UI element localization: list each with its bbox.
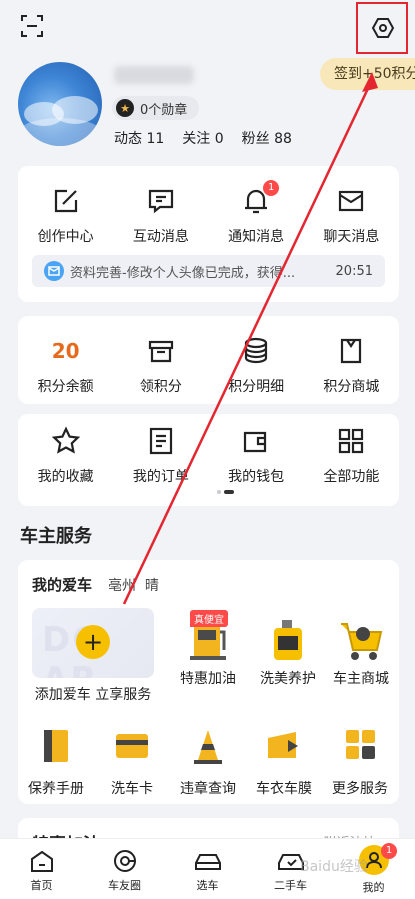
messages-card: 创作中心 互动消息 1 通知消息 聊天消息 资料完善-修改个人头像已完成，获得.… xyxy=(18,166,399,302)
stat-posts[interactable]: 动态 11 xyxy=(114,128,164,148)
me-badge: 1 xyxy=(381,843,397,859)
envelope-icon xyxy=(44,261,64,281)
add-car-label: 添加爱车 立享服务 xyxy=(34,687,152,703)
circle-icon xyxy=(113,850,136,872)
signin-button[interactable]: 签到+50积分 xyxy=(320,58,415,90)
section-title: 车主服务 xyxy=(20,526,92,547)
settings-button[interactable] xyxy=(356,2,408,54)
points-balance[interactable]: 20 积分余额 xyxy=(18,336,113,396)
notification-messages[interactable]: 1 通知消息 xyxy=(209,180,304,246)
creation-center[interactable]: 创作中心 xyxy=(18,186,113,246)
medal-badge[interactable]: ★ 0个勋章 xyxy=(112,96,200,120)
traffic-cone-icon xyxy=(184,726,232,772)
medal-icon: ★ xyxy=(116,99,134,117)
my-wallet[interactable]: 我的钱包 xyxy=(209,426,304,486)
add-car-button[interactable]: DC AR + xyxy=(32,608,154,678)
manual-icon xyxy=(32,726,80,772)
stat-following[interactable]: 关注 0 xyxy=(182,128,223,148)
more-grid-icon xyxy=(336,726,384,772)
car-icon xyxy=(194,854,221,870)
weather-label: 晴 xyxy=(144,578,159,594)
mail-icon xyxy=(336,186,366,216)
claim-points[interactable]: 领积分 xyxy=(113,336,208,396)
shopping-bag-icon xyxy=(336,336,366,366)
grid-icon xyxy=(336,426,366,456)
avatar[interactable] xyxy=(18,62,102,146)
my-orders[interactable]: 我的订单 xyxy=(113,426,208,486)
my-favorites[interactable]: 我的收藏 xyxy=(18,426,113,486)
points-balance-value: 20 xyxy=(51,339,80,363)
service-mall[interactable]: 车主商城 xyxy=(313,616,409,688)
page-indicator xyxy=(217,490,234,494)
star-icon xyxy=(51,426,81,456)
oil-can-icon xyxy=(264,616,312,662)
my-car-card: 我的爱车 亳州 晴 DC AR + 添加爱车 立享服务 真便宜 特惠加油 洗美养… xyxy=(18,560,399,804)
all-functions[interactable]: 全部功能 xyxy=(304,426,399,486)
scan-icon[interactable] xyxy=(20,14,44,38)
shopping-cart-icon xyxy=(337,616,385,662)
points-mall[interactable]: 积分商城 xyxy=(304,336,399,396)
profile-stats: 动态 11 关注 0 粉丝 88 xyxy=(114,128,292,148)
chat-messages[interactable]: 聊天消息 xyxy=(304,186,399,246)
service-more[interactable]: 更多服务 xyxy=(312,726,408,798)
top-bar xyxy=(0,0,415,56)
order-icon xyxy=(146,426,176,456)
tab-choose-car[interactable]: 选车 xyxy=(166,839,249,899)
coin-stack-icon xyxy=(241,336,271,366)
notice-bar[interactable]: 资料完善-修改个人头像已完成，获得... 20:51 xyxy=(32,255,385,287)
card-icon xyxy=(108,726,156,772)
home-icon xyxy=(30,850,53,872)
fuel-pump-icon: 真便宜 xyxy=(184,610,232,662)
tab-community[interactable]: 车友圈 xyxy=(83,839,166,899)
points-detail[interactable]: 积分明细 xyxy=(209,336,304,396)
bell-icon: 1 xyxy=(241,180,280,216)
nickname-blurred xyxy=(114,66,194,84)
car-film-icon xyxy=(260,726,308,772)
notification-badge: 1 xyxy=(263,180,280,196)
cheap-tag: 真便宜 xyxy=(190,610,228,627)
shortcuts-card: 我的收藏 我的订单 我的钱包 全部功能 xyxy=(18,414,399,506)
stat-fans[interactable]: 粉丝 88 xyxy=(242,128,292,148)
plus-icon: + xyxy=(76,625,110,659)
settings-icon xyxy=(371,18,395,38)
watermark-text: Baidu经验 xyxy=(300,859,368,875)
medal-label: 0个勋章 xyxy=(140,102,188,118)
edit-icon xyxy=(51,186,81,216)
points-card: 20 积分余额 领积分 积分明细 积分商城 xyxy=(18,316,399,404)
gift-box-icon xyxy=(146,336,176,366)
notice-time: 20:51 xyxy=(335,263,373,279)
tab-home[interactable]: 首页 xyxy=(0,839,83,899)
city-label: 亳州 xyxy=(108,578,137,594)
wallet-icon xyxy=(241,426,271,456)
my-car-header: 我的爱车 亳州 晴 xyxy=(32,576,159,594)
comment-icon xyxy=(146,186,176,216)
notice-text: 资料完善-修改个人头像已完成，获得... xyxy=(70,265,296,281)
interaction-messages[interactable]: 互动消息 xyxy=(113,186,208,246)
